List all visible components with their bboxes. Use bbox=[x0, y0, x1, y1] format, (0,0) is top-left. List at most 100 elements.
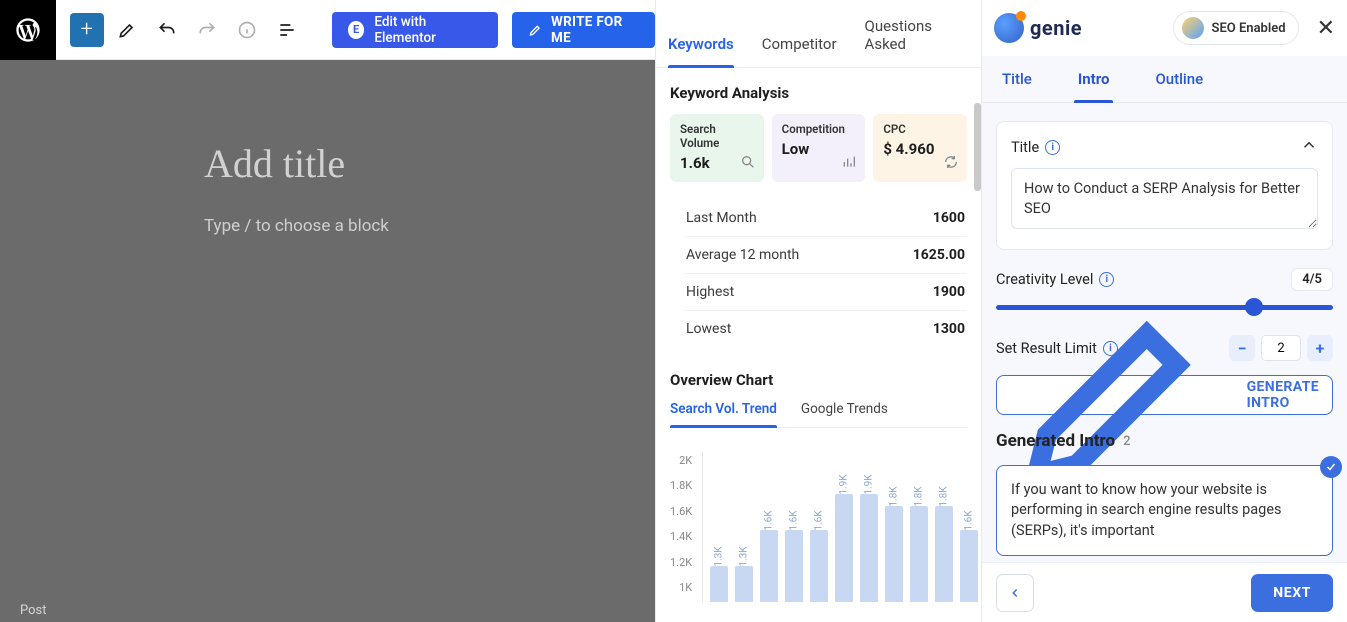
stat-label: Competition bbox=[782, 122, 856, 136]
generated-count: 2 bbox=[1123, 434, 1130, 449]
creativity-value: 4/5 bbox=[1291, 268, 1333, 291]
wp-toolbar: + E Edit with Elementor WRITE FOR ME bbox=[0, 0, 655, 60]
creativity-slider[interactable] bbox=[996, 297, 1333, 317]
chart-bar: 1.3K bbox=[709, 452, 728, 602]
document-outline-icon[interactable] bbox=[270, 13, 304, 47]
tab-competitor[interactable]: Competitor bbox=[762, 35, 837, 67]
stat-label: CPC bbox=[883, 122, 957, 136]
result-limit-input[interactable] bbox=[1261, 335, 1301, 361]
edit-with-elementor-button[interactable]: E Edit with Elementor bbox=[332, 12, 498, 48]
chart-bar: 1.9K bbox=[859, 452, 878, 602]
back-button[interactable] bbox=[996, 574, 1034, 612]
close-icon[interactable]: ✕ bbox=[1309, 16, 1335, 41]
chevron-up-icon[interactable] bbox=[1300, 136, 1318, 158]
overview-chart-title: Overview Chart bbox=[670, 371, 967, 389]
generate-intro-button[interactable]: GENERATE INTRO bbox=[996, 375, 1333, 415]
elementor-icon: E bbox=[348, 21, 365, 39]
y-tick: 1.8K bbox=[670, 479, 692, 492]
elementor-label: Edit with Elementor bbox=[374, 14, 482, 46]
title-card: Title i bbox=[996, 121, 1333, 250]
title-placeholder[interactable]: Add title bbox=[204, 140, 345, 187]
genie-tabs: Title Intro Outline bbox=[982, 56, 1347, 103]
tab-google-trends[interactable]: Google Trends bbox=[801, 401, 888, 427]
chart-tabs: Search Vol. Trend Google Trends bbox=[670, 401, 967, 428]
chart-bar: 1.9K bbox=[834, 452, 853, 602]
analysis-tabs: Keywords Competitor Questions Asked bbox=[656, 10, 981, 68]
magnify-icon bbox=[740, 154, 756, 174]
undo-icon[interactable] bbox=[150, 13, 184, 47]
bar-label: 1.8K bbox=[888, 486, 899, 506]
bar-label: 1.6K bbox=[788, 510, 799, 530]
seo-enabled-pill[interactable]: SEO Enabled bbox=[1173, 11, 1299, 45]
bar-label: 1.3K bbox=[738, 546, 749, 566]
tab-intro[interactable]: Intro bbox=[1078, 70, 1110, 102]
bar-label: 1.8K bbox=[938, 486, 949, 506]
stat-search-volume: Search Volume 1.6k bbox=[670, 114, 764, 182]
bar-label: 1.6K bbox=[763, 510, 774, 530]
write-for-me-button[interactable]: WRITE FOR ME bbox=[512, 12, 655, 48]
seo-label: SEO Enabled bbox=[1212, 21, 1286, 36]
chart-bar: 1.6K bbox=[959, 452, 978, 602]
tab-keywords[interactable]: Keywords bbox=[668, 35, 734, 67]
y-tick: 1.4K bbox=[670, 530, 692, 543]
chart-bar: 1.8K bbox=[909, 452, 928, 602]
wordpress-editor-area: + E Edit with Elementor WRITE FOR ME Add… bbox=[0, 0, 655, 622]
info-icon[interactable] bbox=[230, 13, 264, 47]
chart-bar: 1.6K bbox=[784, 452, 803, 602]
chart-bar: 1.8K bbox=[934, 452, 953, 602]
y-tick: 1K bbox=[679, 581, 692, 594]
generated-intro-card[interactable]: If you want to know how your website is … bbox=[996, 465, 1333, 556]
metric-last-month: Last Month1600 bbox=[684, 200, 967, 236]
seo-orb-icon bbox=[1182, 17, 1204, 39]
bar-label: 1.8K bbox=[913, 486, 924, 506]
title-input[interactable] bbox=[1011, 168, 1318, 229]
bar-label: 1.3K bbox=[713, 546, 724, 566]
tab-title[interactable]: Title bbox=[1002, 70, 1032, 102]
next-button[interactable]: NEXT bbox=[1251, 574, 1333, 612]
edit-icon[interactable] bbox=[110, 13, 144, 47]
y-tick: 1.6K bbox=[670, 505, 692, 518]
tab-outline[interactable]: Outline bbox=[1155, 70, 1203, 102]
wordpress-icon bbox=[14, 16, 42, 44]
redo-icon[interactable] bbox=[190, 13, 224, 47]
breadcrumb-post[interactable]: Post bbox=[20, 603, 47, 618]
keyword-analysis-title: Keyword Analysis bbox=[670, 84, 967, 102]
metric-lowest: Lowest1300 bbox=[684, 310, 967, 347]
genie-logo-icon bbox=[994, 13, 1024, 43]
stat-label: Search Volume bbox=[680, 122, 754, 150]
add-block-button[interactable]: + bbox=[70, 13, 104, 47]
y-tick: 1.2K bbox=[670, 556, 692, 569]
chart-bar: 1.6K bbox=[759, 452, 778, 602]
metric-highest: Highest1900 bbox=[684, 273, 967, 310]
chart-bar: 1.3K bbox=[734, 452, 753, 602]
write-label: WRITE FOR ME bbox=[551, 14, 639, 46]
info-icon[interactable]: i bbox=[1045, 140, 1060, 155]
generated-intro-text: If you want to know how your website is … bbox=[1011, 481, 1282, 539]
bar-label: 1.6K bbox=[813, 510, 824, 530]
pencil-icon bbox=[528, 22, 543, 38]
genie-brand-text: genie bbox=[1030, 16, 1082, 40]
bars-icon bbox=[841, 154, 857, 174]
bar-label: 1.6K bbox=[963, 510, 974, 530]
chart-bar: 1.8K bbox=[884, 452, 903, 602]
title-field-label: Title i bbox=[1011, 139, 1060, 156]
generate-intro-label: GENERATE INTRO bbox=[1247, 379, 1332, 411]
chart-bar: 1.6K bbox=[809, 452, 828, 602]
scrollbar[interactable] bbox=[974, 103, 981, 191]
wordpress-logo[interactable] bbox=[0, 0, 56, 60]
tab-questions[interactable]: Questions Asked bbox=[865, 17, 969, 67]
refresh-icon bbox=[943, 154, 959, 174]
stat-competition: Competition Low bbox=[772, 114, 866, 182]
genie-header: genie SEO Enabled ✕ bbox=[982, 0, 1347, 56]
check-icon bbox=[1320, 456, 1342, 478]
block-prompt[interactable]: Type / to choose a block bbox=[204, 216, 389, 236]
search-volume-chart: 2K1.8K1.6K1.4K1.2K1K 1.3K1.3K1.6K1.6K1.6… bbox=[670, 446, 967, 606]
editor-canvas[interactable]: Add title Type / to choose a block Post bbox=[0, 60, 655, 622]
tab-search-vol-trend[interactable]: Search Vol. Trend bbox=[670, 401, 777, 427]
metric-avg-12: Average 12 month1625.00 bbox=[684, 236, 967, 273]
seo-analysis-panel: Keywords Competitor Questions Asked Keyw… bbox=[655, 0, 982, 622]
genie-panel: genie SEO Enabled ✕ Title Intro Outline … bbox=[982, 0, 1347, 622]
increment-button[interactable]: + bbox=[1307, 335, 1333, 361]
genie-brand: genie bbox=[994, 13, 1082, 43]
bar-label: 1.9K bbox=[863, 474, 874, 494]
